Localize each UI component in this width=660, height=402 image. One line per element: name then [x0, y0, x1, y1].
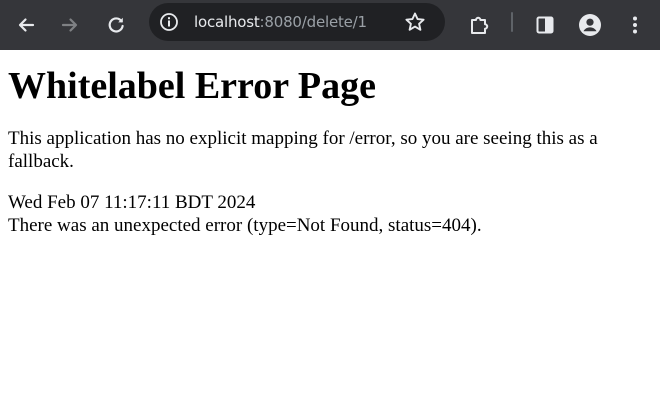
profile-button[interactable]: [572, 7, 608, 43]
reload-icon: [108, 17, 124, 33]
star-icon[interactable]: [403, 10, 427, 34]
url-path: :8080/delete/1: [259, 13, 368, 31]
side-panel-button[interactable]: [527, 7, 563, 43]
site-info-icon[interactable]: [159, 12, 179, 32]
extensions-button[interactable]: [461, 7, 497, 43]
back-button[interactable]: [8, 7, 44, 43]
side-panel-icon: [536, 16, 554, 34]
url-text[interactable]: localhost:8080/delete/1: [194, 12, 367, 32]
page-content: Whitelabel Error Page This application h…: [0, 50, 660, 237]
error-description: This application has no explicit mapping…: [8, 128, 598, 172]
forward-button[interactable]: [52, 7, 88, 43]
toolbar-divider: [511, 12, 513, 32]
error-timestamp: Wed Feb 07 11:17:11 BDT 2024: [8, 192, 256, 213]
url-host: localhost: [194, 13, 260, 31]
reload-button[interactable]: [98, 7, 134, 43]
profile-icon: [579, 14, 601, 36]
puzzle-icon: [471, 16, 489, 34]
address-bar[interactable]: localhost:8080/delete/1: [149, 3, 445, 41]
menu-button[interactable]: [617, 7, 653, 43]
kebab-menu-icon: [633, 16, 637, 34]
browser-toolbar: localhost:8080/delete/1: [0, 0, 660, 50]
forward-arrow-icon: [61, 18, 78, 32]
page-title: Whitelabel Error Page: [8, 65, 376, 107]
error-message: There was an unexpected error (type=Not …: [8, 215, 482, 236]
back-arrow-icon: [18, 18, 35, 32]
